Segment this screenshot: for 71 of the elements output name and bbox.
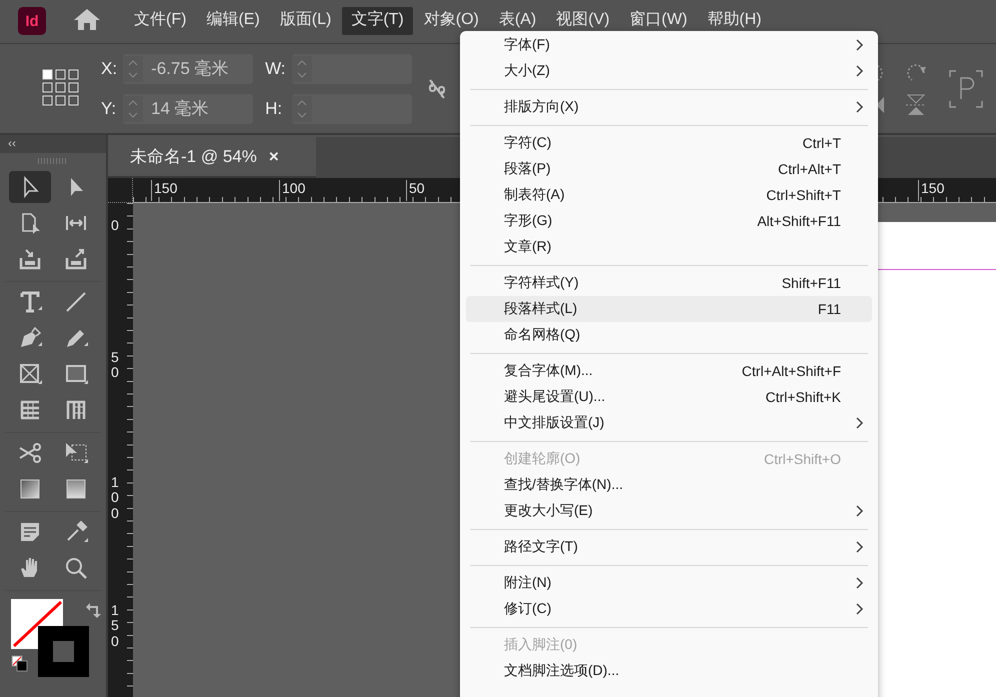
chain-link-icon[interactable] <box>428 78 446 100</box>
menu-item[interactable]: 附注(N) <box>466 570 872 596</box>
menu-item[interactable]: 查找/替换字体(N)... <box>466 472 872 498</box>
menu-item[interactable]: 文档脚注选项(D)... <box>466 658 872 684</box>
menu-bar-item[interactable]: 编辑(E) <box>197 7 269 35</box>
ruler-number: 50 <box>111 350 120 381</box>
menu-bar-item[interactable]: 窗口(W) <box>620 7 696 35</box>
menu-bar-item[interactable]: 视图(V) <box>547 7 619 35</box>
gradient-icon <box>64 477 88 501</box>
default-colors-icon[interactable] <box>11 655 29 673</box>
menu-item[interactable]: 字形(G) Alt+Shift+F11 <box>466 208 872 234</box>
number-field[interactable]: 14 毫米 <box>123 94 254 124</box>
field-label: Y: <box>101 98 118 118</box>
menu-item[interactable]: 更改大小写(E) <box>466 498 872 524</box>
menu-item[interactable]: 字符(C) Ctrl+T <box>466 130 872 156</box>
menu-item[interactable]: 修订(C) <box>466 596 872 622</box>
ruler-number: 100 <box>279 180 306 201</box>
field-label: X: <box>101 58 118 78</box>
ruler-number: 100 <box>111 475 120 522</box>
app-logo: Id <box>18 7 46 35</box>
ruler-number: 150 <box>111 603 120 650</box>
pen-icon <box>18 326 42 350</box>
menu-item[interactable]: 命名网格(Q) <box>466 322 872 348</box>
menu-bar-item[interactable]: 帮助(H) <box>698 7 771 35</box>
menu-item[interactable]: 文章(R) <box>466 234 872 260</box>
menu-item[interactable]: 复合字体(M)... Ctrl+Alt+Shift+F <box>466 358 872 384</box>
gradient-icon <box>18 477 42 501</box>
collapse-button[interactable]: ‹‹ <box>0 135 106 153</box>
menu-item[interactable]: 路径文字(T) <box>466 534 872 560</box>
menu-bar-item[interactable]: 表(A) <box>490 7 546 35</box>
tool-button[interactable] <box>9 171 51 203</box>
number-field[interactable] <box>292 94 412 124</box>
document-tab[interactable]: 未命名-1 @ 54% × <box>108 137 316 178</box>
field-label: W: <box>265 58 286 78</box>
fill-stroke-icon[interactable] <box>11 599 91 679</box>
frame-icon <box>18 362 42 386</box>
note-icon <box>18 520 42 544</box>
menu-bar-item[interactable]: 版面(L) <box>270 7 340 35</box>
number-field[interactable] <box>292 54 412 84</box>
menu-item[interactable]: 中文排版设置(J) <box>466 410 872 436</box>
home-icon[interactable] <box>73 7 101 31</box>
menu-item[interactable]: 段落样式(L) F11 <box>466 296 872 322</box>
ruler-number: 150 <box>151 180 178 201</box>
menu-item[interactable]: 避头尾设置(U)... Ctrl+Shift+K <box>466 384 872 410</box>
ruler-number: 0 <box>111 218 120 234</box>
ruler-number: 50 <box>406 180 425 201</box>
field-label: H: <box>265 98 284 118</box>
rectangle-icon <box>64 362 88 386</box>
flip-icon[interactable] <box>904 92 928 116</box>
tray-icon <box>18 247 42 271</box>
tray-icon <box>64 247 88 271</box>
table-icon <box>64 398 88 422</box>
table-icon <box>18 398 42 422</box>
line-icon <box>64 290 88 314</box>
menu-item[interactable]: 排版方向(X) <box>466 94 872 120</box>
transform-icon <box>64 441 88 465</box>
scissors-icon <box>18 441 42 465</box>
ruler-number: 150 <box>918 180 944 201</box>
number-field[interactable]: -6.75 毫米 <box>123 54 254 84</box>
search-icon <box>64 556 88 580</box>
menu-item[interactable]: 字符样式(Y) Shift+F11 <box>466 270 872 296</box>
menu-item[interactable]: 大小(Z) <box>466 58 872 84</box>
menu-bar-item[interactable]: 对象(O) <box>414 7 488 35</box>
menu-item[interactable]: 段落(P) Ctrl+Alt+T <box>466 156 872 182</box>
type-icon <box>18 290 42 314</box>
menu-item[interactable]: 字体(F) <box>466 32 872 58</box>
close-button[interactable]: × <box>268 146 279 166</box>
menu-bar-item[interactable]: 文件(F) <box>125 7 196 35</box>
menu-bar-item[interactable]: 文字(T) <box>342 7 413 35</box>
swap-icon[interactable] <box>85 601 103 619</box>
menu-item[interactable]: 制表符(A) Ctrl+Shift+T <box>466 182 872 208</box>
